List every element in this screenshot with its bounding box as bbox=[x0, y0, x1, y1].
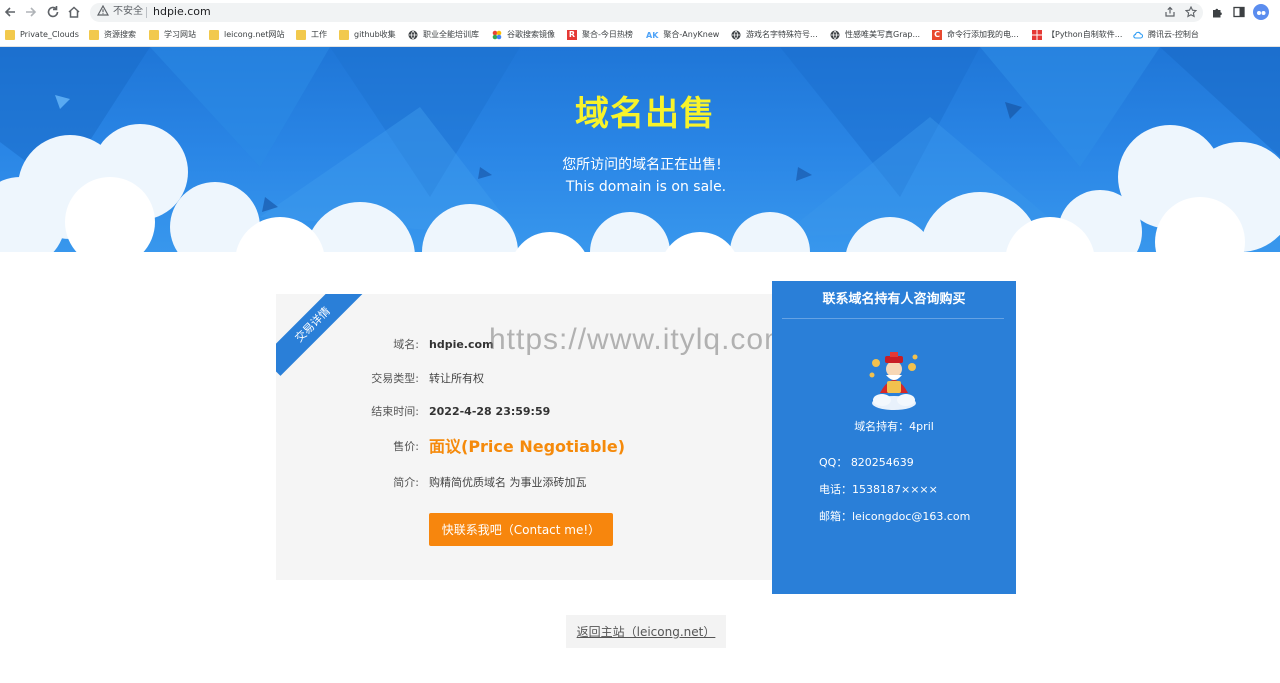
price-value: 面议(Price Negotiable) bbox=[429, 437, 626, 456]
r-badge-icon: R bbox=[567, 30, 577, 40]
contact-phone: 电话：1538187×××× bbox=[819, 483, 938, 496]
hero-subtitle-en: This domain is on sale. bbox=[565, 179, 727, 195]
bookmark-python-software[interactable]: 【Python自制软件... bbox=[1032, 24, 1122, 46]
folder-icon bbox=[296, 30, 306, 40]
share-icon bbox=[1165, 6, 1175, 17]
bookmark-command-line[interactable]: C 命令行添加我的电... bbox=[932, 24, 1019, 46]
folder-icon bbox=[89, 30, 99, 40]
watermark-url: https://www.itylq.com bbox=[489, 323, 791, 356]
bookmark-game-symbols[interactable]: 游戏名字特殊符号... bbox=[731, 24, 818, 46]
contact-title: 联系域名持有人咨询购买 bbox=[822, 292, 966, 307]
grid-icon bbox=[1032, 30, 1042, 40]
browser-toolbar: 不安全 hdpie.com bbox=[0, 0, 1280, 24]
detail-row-intro: 简介: 购精简优质域名 为事业添砖加瓦 bbox=[276, 473, 772, 493]
trade-type-label: 交易类型: bbox=[371, 372, 419, 385]
detail-row-trade-type: 交易类型: 转让所有权 bbox=[276, 369, 772, 389]
detail-row-price: 售价: 面议(Price Negotiable) bbox=[276, 437, 772, 457]
globe-icon bbox=[830, 30, 840, 40]
contact-qq: QQ： 820254639 bbox=[819, 456, 914, 469]
bookmark-resource-search[interactable]: 资源搜索 bbox=[89, 24, 136, 46]
folder-icon bbox=[5, 30, 15, 40]
hero-banner: 域名出售 您所访问的域名正在出售! This domain is on sale… bbox=[0, 47, 1280, 281]
intro-label: 简介: bbox=[393, 476, 419, 489]
end-time-value: 2022-4-28 23:59:59 bbox=[429, 405, 551, 418]
back-button[interactable] bbox=[0, 2, 20, 22]
contact-owner-card: 联系域名持有人咨询购买 域名持有：4pril QQ： 820254639 电话：… bbox=[772, 281, 1016, 594]
extensions-button[interactable] bbox=[1208, 3, 1226, 21]
contact-me-button[interactable]: 快联系我吧（Contact me!） bbox=[429, 513, 613, 546]
arrow-right-icon bbox=[26, 7, 37, 17]
folder-icon bbox=[339, 30, 349, 40]
fortune-god-mascot-icon bbox=[869, 352, 918, 410]
hero-subtitle-cn: 您所访问的域名正在出售! bbox=[562, 157, 722, 173]
bookmark-learning-sites[interactable]: 学习网站 bbox=[149, 24, 196, 46]
domain-label: 域名: bbox=[393, 338, 419, 351]
star-icon bbox=[1185, 6, 1197, 18]
bookmark-anyknew[interactable]: AK 聚合-AnyKnew bbox=[646, 24, 719, 46]
url-text[interactable]: hdpie.com bbox=[153, 4, 211, 20]
bookmark-hot-list[interactable]: R 聚合-今日热榜 bbox=[567, 24, 633, 46]
folder-icon bbox=[149, 30, 159, 40]
bookmark-career-training[interactable]: 职业全能培训库 bbox=[408, 24, 479, 46]
pinwheel-icon bbox=[492, 30, 502, 40]
folder-icon bbox=[209, 30, 219, 40]
address-bar[interactable] bbox=[90, 3, 1203, 22]
reload-button[interactable] bbox=[43, 2, 63, 22]
forward-button[interactable] bbox=[21, 2, 41, 22]
contact-email[interactable]: 邮箱：leicongdoc@163.com bbox=[819, 509, 970, 525]
back-to-main-site-link[interactable]: 返回主站（leicong.net） bbox=[566, 615, 726, 648]
address-divider bbox=[146, 7, 147, 18]
end-time-label: 结束时间: bbox=[371, 405, 419, 418]
intro-value: 购精简优质域名 为事业添砖加瓦 bbox=[429, 476, 587, 489]
arrow-left-icon bbox=[4, 7, 15, 17]
domain-value: hdpie.com bbox=[429, 338, 494, 351]
domain-holder: 域名持有：4pril bbox=[854, 420, 934, 433]
bookmark-private-clouds[interactable]: Private_Clouds bbox=[5, 24, 79, 46]
bookmark-tencent-cloud[interactable]: 腾讯云-控制台 bbox=[1133, 24, 1199, 46]
bookmark-star-button[interactable] bbox=[1183, 4, 1199, 20]
bookmark-github[interactable]: github收集 bbox=[339, 24, 396, 46]
bookmarks-bar: Private_Clouds 资源搜索 学习网站 leicong.net网站 工… bbox=[0, 24, 1280, 47]
cloud-icon bbox=[1133, 31, 1143, 39]
hero-title: 域名出售 bbox=[575, 94, 715, 134]
bookmark-leicong-sites[interactable]: leicong.net网站 bbox=[209, 24, 284, 46]
security-label[interactable]: 不安全 bbox=[113, 5, 143, 19]
contact-divider bbox=[782, 318, 1004, 319]
globe-icon bbox=[408, 30, 418, 40]
profile-avatar[interactable] bbox=[1253, 4, 1269, 20]
bookmark-photo-graphics[interactable]: 性感唯美写真Grap... bbox=[830, 24, 920, 46]
globe-icon bbox=[731, 30, 741, 40]
trade-type-value: 转让所有权 bbox=[429, 372, 484, 385]
detail-row-end-time: 结束时间: 2022-4-28 23:59:59 bbox=[276, 402, 772, 422]
home-icon bbox=[68, 6, 80, 18]
avatar-icon bbox=[1257, 11, 1266, 15]
reload-icon bbox=[47, 6, 59, 18]
c-badge-icon: C bbox=[932, 30, 942, 40]
ak-badge-icon: AK bbox=[646, 30, 659, 40]
side-panel-icon bbox=[1233, 6, 1245, 18]
share-button[interactable] bbox=[1162, 4, 1178, 20]
bookmark-google-mirror[interactable]: 谷歌搜索镜像 bbox=[492, 24, 555, 46]
side-panel-button[interactable] bbox=[1230, 3, 1248, 21]
puzzle-icon bbox=[1212, 8, 1222, 17]
home-button[interactable] bbox=[64, 2, 84, 22]
bookmark-work[interactable]: 工作 bbox=[296, 24, 327, 46]
price-label: 售价: bbox=[393, 440, 419, 453]
warning-icon bbox=[97, 5, 109, 16]
